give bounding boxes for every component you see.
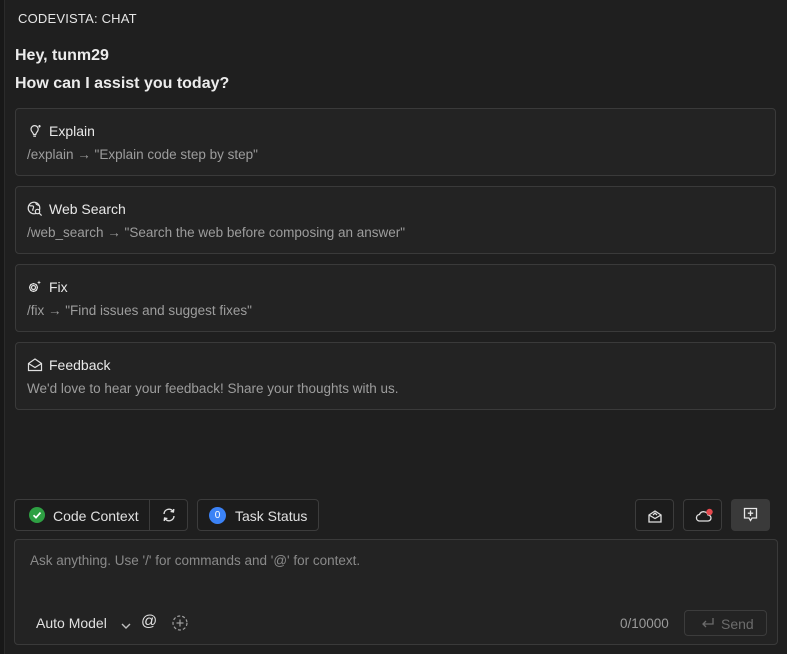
char-counter: 0/10000 [620,616,669,631]
refresh-context-button[interactable] [150,500,188,530]
card-description: /explain → "Explain code step by step" [27,147,258,162]
task-status-badge: 0 [209,507,226,524]
mention-button[interactable]: @ [141,613,157,631]
check-circle-icon [29,507,45,528]
new-chat-icon [743,507,758,522]
chat-panel: CODEVISTA: CHAT Hey, tunm29 How can I as… [4,0,787,654]
add-context-icon[interactable] [171,614,189,637]
card-description: We'd love to hear your feedback! Share y… [27,381,399,396]
send-button[interactable]: Send [684,610,767,636]
code-context-group: Code Context [14,499,188,531]
inbox-icon [648,510,662,523]
new-chat-button[interactable] [731,499,770,531]
card-title: Fix [49,279,68,295]
model-selector[interactable]: Auto Model [25,608,135,636]
gear-fix-icon [27,279,43,295]
card-description: /web_search → "Search the web before com… [27,225,406,240]
command-card-explain[interactable]: Explain /explain → "Explain code step by… [15,108,776,176]
card-title: Explain [49,123,95,139]
envelope-icon [27,357,43,373]
chat-input[interactable] [28,551,762,595]
inbox-button[interactable] [635,499,674,531]
card-title: Web Search [49,201,126,217]
assist-question: How can I assist you today? [15,75,230,92]
chevron-down-icon [120,618,132,636]
card-title: Feedback [49,357,111,373]
card-description: /fix → "Find issues and suggest fixes" [27,303,252,318]
globe-search-icon [27,201,43,217]
command-card-fix[interactable]: Fix /fix → "Find issues and suggest fixe… [15,264,776,332]
refresh-icon [161,507,177,528]
code-context-button[interactable]: Code Context [15,500,149,530]
command-card-web-search[interactable]: Web Search /web_search → "Search the web… [15,186,776,254]
cloud-icon [695,508,713,522]
lightbulb-icon [27,123,43,139]
command-card-feedback[interactable]: Feedback We'd love to hear your feedback… [15,342,776,410]
task-status-label: Task Status [235,508,308,524]
model-label: Auto Model [36,615,107,631]
panel-title: CODEVISTA: CHAT [18,11,137,26]
enter-icon [702,618,714,628]
code-context-label: Code Context [53,508,139,524]
greeting-text: Hey, tunm29 [15,47,109,64]
task-status-button[interactable]: 0 Task Status [197,499,319,531]
send-label: Send [721,616,754,632]
cloud-button[interactable] [683,499,722,531]
chat-input-box: Auto Model @ 0/10000 Send [14,539,778,645]
notification-dot [706,508,713,516]
